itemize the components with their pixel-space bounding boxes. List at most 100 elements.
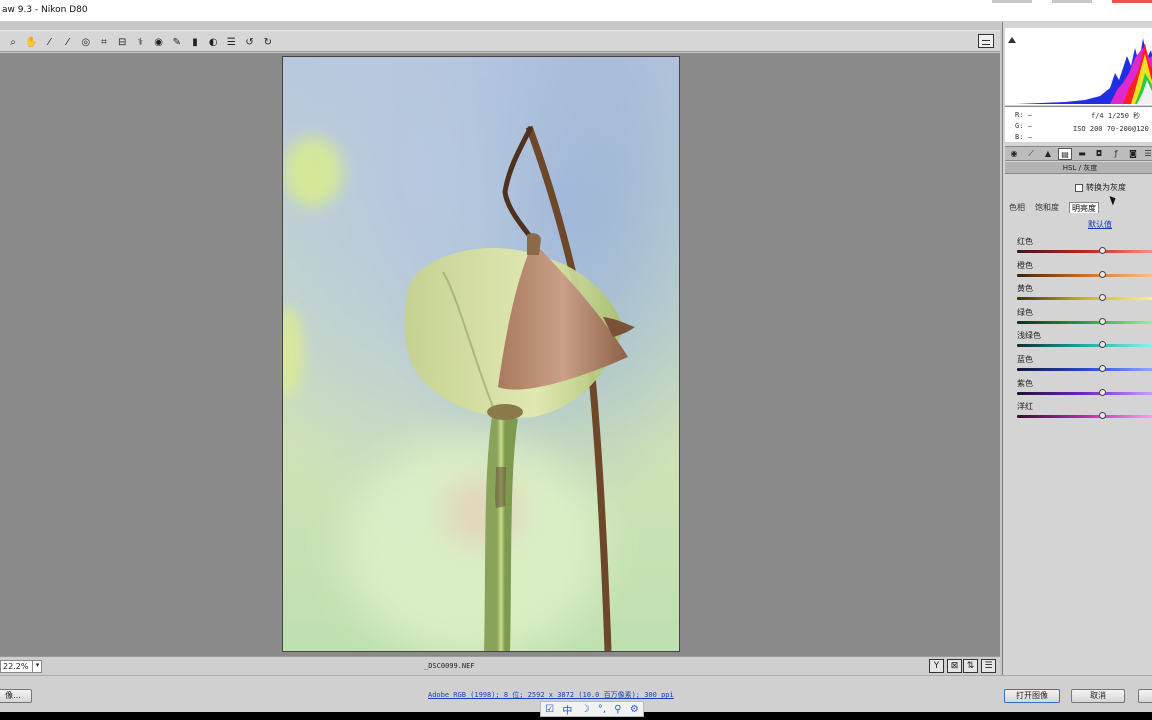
- detail-tab-icon[interactable]: ▲: [1041, 148, 1055, 160]
- minimize-button[interactable]: [992, 0, 1032, 3]
- swap-icon[interactable]: ⇅: [963, 659, 978, 673]
- cancel-button[interactable]: 取消: [1071, 689, 1125, 703]
- slider-track[interactable]: [1017, 368, 1152, 371]
- slider-track[interactable]: [1017, 273, 1152, 277]
- close-button[interactable]: [1112, 0, 1152, 3]
- preview-image[interactable]: [282, 56, 680, 652]
- histogram-graph: [1015, 38, 1152, 104]
- punctuation-icon[interactable]: °,: [598, 704, 606, 715]
- user-icon[interactable]: ⚲: [614, 704, 621, 715]
- luminance-slider[interactable]: 洋红: [1017, 401, 1152, 423]
- gear-icon[interactable]: ⚙: [630, 704, 639, 715]
- aperture-shutter: f/4 1/250 秒: [1091, 112, 1141, 120]
- maximize-button[interactable]: [1052, 0, 1092, 3]
- save-image-button[interactable]: 像...: [0, 689, 32, 703]
- basic-tab-icon[interactable]: ◉: [1007, 148, 1021, 160]
- filter-icon[interactable]: Y: [929, 659, 944, 673]
- exif-readout: f/4 1/250 秒 ISO 200 70-200@120: [1073, 110, 1149, 136]
- magnifier-icon[interactable]: ⌕: [6, 35, 20, 49]
- subtab-saturation[interactable]: 饱和度: [1033, 202, 1061, 213]
- status-bar: 22.2% ▾ _DSC0099.NEF Y ⊠ ⇅ ☰: [0, 656, 1000, 675]
- list-icon[interactable]: ☰: [224, 35, 238, 49]
- compare-icon[interactable]: ⊠: [947, 659, 962, 673]
- brush-icon[interactable]: ✎: [170, 35, 184, 49]
- slider-label: 绿色: [1017, 307, 1033, 317]
- slider-thumb[interactable]: [1099, 317, 1106, 325]
- luminance-slider[interactable]: 黄色: [1017, 283, 1152, 305]
- crop-icon[interactable]: ⌗: [97, 35, 111, 49]
- effects-tab-icon[interactable]: ƒ: [1109, 148, 1123, 160]
- title-bar: aw 9.3 - Nikon D80: [0, 0, 1152, 22]
- lotus-pod-illustration: [404, 125, 635, 651]
- workflow-options-link[interactable]: Adobe RGB (1998); 8 位; 2592 x 3872 (10.0…: [428, 690, 674, 700]
- slider-label: 橙色: [1017, 260, 1033, 270]
- slider-label: 紫色: [1017, 378, 1033, 388]
- slider-thumb[interactable]: [1099, 247, 1106, 254]
- chevron-down-icon[interactable]: ▾: [32, 660, 42, 673]
- red-eye-icon[interactable]: ◉: [152, 35, 166, 49]
- slider-track[interactable]: [1017, 297, 1152, 301]
- presets-tab-icon[interactable]: ☰: [1141, 148, 1152, 160]
- window-title: aw 9.3 - Nikon D80: [2, 5, 88, 15]
- slider-thumb[interactable]: [1099, 412, 1106, 420]
- panel-tabs: ◉ ⟋ ▲ ▤ ▬ ◘ ƒ ◙ ☰: [1005, 146, 1152, 161]
- panel-title: HSL / 灰度: [1005, 162, 1152, 174]
- slider-track[interactable]: [1017, 344, 1152, 348]
- rotate-right-icon[interactable]: ↻: [261, 35, 275, 49]
- slider-label: 黄色: [1017, 284, 1033, 294]
- luminance-slider[interactable]: 橙色: [1017, 260, 1152, 282]
- luminance-slider[interactable]: 绿色: [1017, 307, 1152, 329]
- shadow-clipping-warning-icon[interactable]: [1008, 37, 1016, 43]
- luminance-slider[interactable]: 紫色: [1017, 378, 1152, 400]
- hsl-tab-icon[interactable]: ▤: [1058, 148, 1072, 160]
- subtab-hue[interactable]: 色相: [1007, 202, 1027, 213]
- slider-track[interactable]: [1017, 250, 1152, 253]
- luminance-slider[interactable]: 浅绿色: [1017, 330, 1152, 352]
- hand-icon[interactable]: ✋: [24, 35, 38, 49]
- tone-curve-tab-icon[interactable]: ⟋: [1024, 148, 1038, 160]
- moon-icon[interactable]: ☽: [581, 704, 590, 715]
- slider-thumb[interactable]: [1099, 294, 1106, 302]
- rgb-readout: R: — G: — B: —: [1015, 111, 1032, 141]
- slider-track[interactable]: [1017, 320, 1152, 324]
- lens-corrections-tab-icon[interactable]: ◘: [1092, 148, 1106, 160]
- zoom-value: 22.2%: [3, 662, 29, 671]
- target-icon[interactable]: ◎: [79, 35, 93, 49]
- convert-grayscale-label: 转换为灰度: [1086, 183, 1126, 192]
- split-toning-tab-icon[interactable]: ▬: [1075, 148, 1089, 160]
- preview-area: [0, 53, 1000, 656]
- slider-thumb[interactable]: [1099, 388, 1106, 396]
- open-image-button[interactable]: 打开图像: [1004, 689, 1060, 703]
- color-sampler-icon[interactable]: ⁄: [61, 35, 75, 49]
- checkbox-icon[interactable]: ☑: [545, 704, 554, 715]
- toolbar: ⌕ ✋ ⁄ ⁄ ◎ ⌗ ⊟ ⚕ ◉ ✎ ▮ ◐ ☰ ↺ ↻: [0, 30, 1000, 52]
- convert-grayscale-checkbox[interactable]: 转换为灰度: [1075, 182, 1126, 193]
- fullscreen-toggle-icon[interactable]: [978, 34, 994, 48]
- luminance-slider[interactable]: 蓝色: [1017, 354, 1152, 376]
- slider-label: 洋红: [1017, 402, 1033, 412]
- camera-calibration-tab-icon[interactable]: ◙: [1126, 148, 1140, 160]
- slider-thumb[interactable]: [1099, 270, 1106, 278]
- settings-menu-icon[interactable]: ☰: [981, 659, 996, 673]
- straighten-icon[interactable]: ⊟: [115, 35, 129, 49]
- rotate-left-icon[interactable]: ↺: [243, 35, 257, 49]
- subtab-luminance[interactable]: 明亮度: [1069, 202, 1099, 213]
- chinese-mode-icon[interactable]: 中: [562, 702, 572, 717]
- eyedropper-icon[interactable]: ⁄: [42, 35, 56, 49]
- camera-raw-window: ⌕ ✋ ⁄ ⁄ ◎ ⌗ ⊟ ⚕ ◉ ✎ ▮ ◐ ☰ ↺ ↻ 22.2% ▾ _D…: [0, 22, 1152, 712]
- luminance-slider[interactable]: 红色: [1017, 236, 1152, 258]
- slider-track[interactable]: [1017, 391, 1152, 395]
- slider-thumb[interactable]: [1099, 365, 1106, 372]
- default-link[interactable]: 默认值: [1088, 219, 1112, 230]
- hsl-subtabs: 色相 饱和度 明亮度: [1007, 202, 1152, 213]
- iso-lens: ISO 200 70-200@120: [1073, 125, 1149, 133]
- slider-label: 浅绿色: [1017, 331, 1041, 341]
- ime-toolbar: ☑ 中 ☽ °, ⚲ ⚙: [540, 701, 644, 717]
- slider-thumb[interactable]: [1099, 341, 1106, 349]
- graduated-filter-icon[interactable]: ▮: [188, 35, 202, 49]
- slider-track[interactable]: [1017, 415, 1152, 419]
- done-button[interactable]: [1138, 689, 1152, 703]
- checkbox-box[interactable]: [1075, 183, 1083, 192]
- preferences-icon[interactable]: ◐: [206, 35, 220, 49]
- spot-removal-icon[interactable]: ⚕: [133, 35, 147, 49]
